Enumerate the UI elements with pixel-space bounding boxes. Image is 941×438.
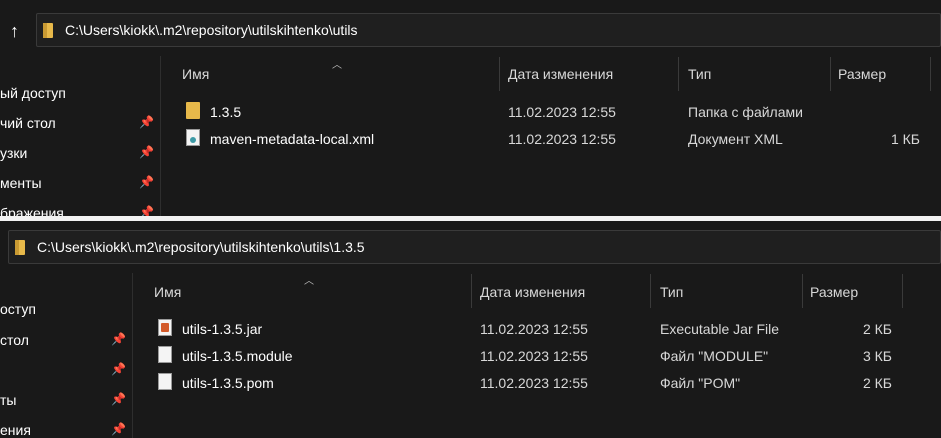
column-header-size[interactable]: Размер bbox=[810, 284, 858, 300]
column-header-size[interactable]: Размер bbox=[838, 66, 886, 82]
pin-icon: 📌 bbox=[139, 205, 154, 216]
sidebar-item-quick-access[interactable]: оступ bbox=[0, 301, 36, 317]
pin-icon: 📌 bbox=[111, 422, 126, 436]
column-separator[interactable] bbox=[930, 57, 931, 91]
sidebar-item-downloads[interactable]: узки bbox=[0, 145, 27, 161]
column-separator[interactable] bbox=[650, 274, 651, 308]
file-icon bbox=[158, 346, 172, 363]
column-separator[interactable] bbox=[678, 57, 679, 91]
column-header-date[interactable]: Дата изменения bbox=[480, 284, 585, 300]
file-size: 3 КБ bbox=[862, 348, 892, 364]
sidebar-item-documents[interactable]: менты bbox=[0, 175, 42, 191]
file-size: 1 КБ bbox=[890, 131, 920, 147]
jar-file-icon bbox=[158, 319, 172, 336]
pin-icon: 📌 bbox=[139, 145, 154, 159]
pane-divider bbox=[160, 56, 161, 216]
up-arrow-icon[interactable]: ↑ bbox=[10, 21, 19, 42]
sidebar-item-quick-access[interactable]: ый доступ bbox=[0, 85, 66, 101]
column-separator[interactable] bbox=[471, 274, 472, 308]
file-size: 2 КБ bbox=[862, 321, 892, 337]
column-header-type[interactable]: Тип bbox=[688, 66, 711, 82]
file-icon bbox=[158, 373, 172, 390]
explorer-window-top: ↑ C:\Users\kiokk\.m2\repository\utilskih… bbox=[0, 0, 941, 216]
file-date: 11.02.2023 12:55 bbox=[480, 321, 588, 337]
sort-up-icon: ︿ bbox=[332, 60, 342, 71]
pane-divider bbox=[132, 273, 133, 438]
file-date: 11.02.2023 12:55 bbox=[508, 104, 616, 120]
address-bar[interactable]: C:\Users\kiokk\.m2\repository\utilskihte… bbox=[36, 13, 941, 47]
file-type: Папка с файлами bbox=[688, 104, 803, 120]
column-header-name[interactable]: Имя bbox=[154, 284, 181, 300]
file-name[interactable]: utils-1.3.5.jar bbox=[182, 321, 262, 337]
column-separator[interactable] bbox=[830, 57, 831, 91]
pin-icon: 📌 bbox=[111, 392, 126, 406]
xml-file-icon bbox=[186, 129, 200, 146]
file-type: Файл "POM" bbox=[660, 375, 741, 391]
pin-icon: 📌 bbox=[139, 175, 154, 189]
file-name[interactable]: maven-metadata-local.xml bbox=[210, 131, 374, 147]
sidebar-item-documents[interactable]: ты bbox=[0, 392, 16, 408]
column-header-type[interactable]: Тип bbox=[660, 284, 683, 300]
sidebar-item-pictures[interactable]: ения bbox=[0, 422, 31, 438]
file-type: Файл "MODULE" bbox=[660, 348, 769, 364]
column-header-name[interactable]: Имя bbox=[182, 66, 209, 82]
address-path: C:\Users\kiokk\.m2\repository\utilskihte… bbox=[37, 239, 365, 255]
folder-icon bbox=[186, 102, 200, 119]
sidebar-item-desktop[interactable]: стол bbox=[0, 332, 29, 348]
folder-icon bbox=[15, 239, 25, 255]
sidebar-item-pictures[interactable]: бражения bbox=[0, 205, 64, 216]
column-header-date[interactable]: Дата изменения bbox=[508, 66, 613, 82]
pin-icon: 📌 bbox=[111, 362, 126, 376]
file-type: Executable Jar File bbox=[660, 321, 780, 337]
column-separator[interactable] bbox=[802, 274, 803, 308]
file-name[interactable]: utils-1.3.5.module bbox=[182, 348, 293, 364]
file-date: 11.02.2023 12:55 bbox=[480, 348, 588, 364]
file-size: 2 КБ bbox=[862, 375, 892, 391]
file-date: 11.02.2023 12:55 bbox=[508, 131, 616, 147]
pin-icon: 📌 bbox=[139, 115, 154, 129]
address-path: C:\Users\kiokk\.m2\repository\utilskihte… bbox=[65, 22, 358, 38]
sidebar-item-desktop[interactable]: чий стол bbox=[0, 115, 56, 131]
address-bar[interactable]: C:\Users\kiokk\.m2\repository\utilskihte… bbox=[8, 230, 941, 264]
column-separator[interactable] bbox=[499, 57, 500, 91]
pin-icon: 📌 bbox=[111, 332, 126, 346]
file-name[interactable]: 1.3.5 bbox=[210, 104, 241, 120]
column-separator[interactable] bbox=[902, 274, 903, 308]
sort-up-icon: ︿ bbox=[304, 276, 314, 287]
file-date: 11.02.2023 12:55 bbox=[480, 375, 588, 391]
folder-icon bbox=[43, 22, 53, 38]
explorer-window-bottom: C:\Users\kiokk\.m2\repository\utilskihte… bbox=[0, 221, 941, 438]
file-type: Документ XML bbox=[688, 131, 783, 147]
file-name[interactable]: utils-1.3.5.pom bbox=[182, 375, 274, 391]
